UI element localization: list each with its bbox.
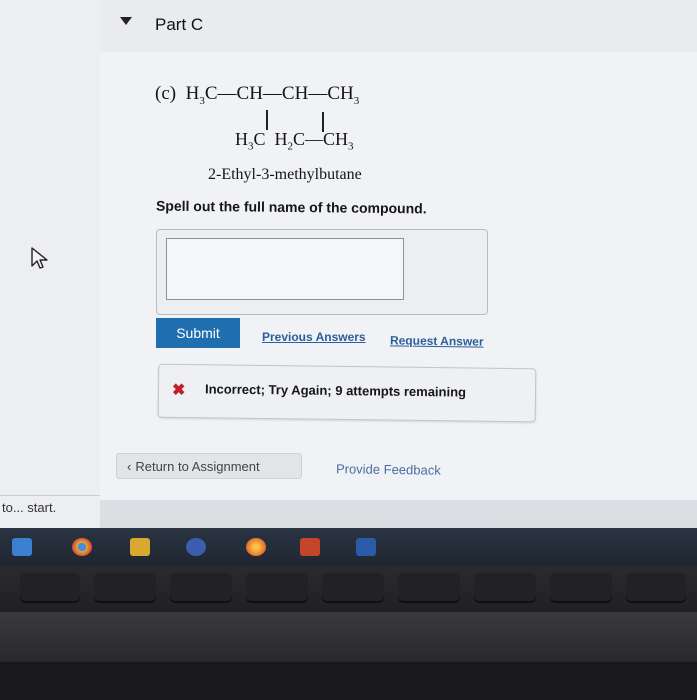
chrome-icon[interactable] <box>72 538 92 556</box>
x-icon: ✖ <box>172 382 186 399</box>
mouse-pointer-icon <box>31 247 48 269</box>
keyboard-key <box>94 573 156 603</box>
given-compound-name: 2-Ethyl-3-methylbutane <box>208 166 362 183</box>
sidebar-text: to... start. <box>2 500 57 515</box>
keyboard-key <box>550 573 612 603</box>
word-icon[interactable] <box>356 538 376 556</box>
answer-input[interactable] <box>166 238 404 300</box>
keyboard-key <box>246 573 308 603</box>
previous-answers-link[interactable]: Previous Answers <box>262 330 366 344</box>
firefox-icon[interactable] <box>246 538 266 556</box>
mail-icon[interactable] <box>12 538 32 556</box>
feedback-message: Incorrect; Try Again; 9 attempts remaini… <box>205 381 466 399</box>
keyboard-key <box>170 573 232 603</box>
provide-feedback-link[interactable]: Provide Feedback <box>336 461 441 477</box>
keyboard-key <box>626 573 686 603</box>
formula-line-1: (c) H3C—CH—CH—CH3 <box>155 83 360 107</box>
chevron-left-icon: ‹ <box>127 458 132 474</box>
powerpoint-icon[interactable] <box>300 538 320 556</box>
left-panel <box>0 0 100 528</box>
feedback-rest: Try Again; 9 attempts remaining <box>268 382 467 400</box>
keyboard-key <box>20 573 80 603</box>
return-to-assignment-button[interactable]: ‹ Return to Assignment <box>116 453 302 479</box>
submit-button[interactable]: Submit <box>156 318 240 348</box>
laptop-edge <box>0 612 697 662</box>
return-label: Return to Assignment <box>135 458 260 474</box>
collapse-caret-icon[interactable] <box>120 17 132 25</box>
keyboard-key <box>474 573 536 603</box>
bond-line <box>266 110 268 130</box>
formula-line-2: H3C H2C—CH3 <box>235 129 354 153</box>
question-prompt: Spell out the full name of the compound. <box>155 197 427 217</box>
keyboard-key <box>322 573 384 603</box>
question-label: (c) <box>155 83 177 104</box>
request-answer-link[interactable]: Request Answer <box>390 333 484 348</box>
app-icon[interactable] <box>186 538 206 556</box>
keyboard-key <box>398 573 460 603</box>
feedback-strong: Incorrect; <box>204 381 266 398</box>
files-icon[interactable] <box>130 538 150 556</box>
sidebar-divider <box>0 495 100 496</box>
taskbar <box>0 528 697 568</box>
part-title: Part C <box>155 15 204 34</box>
laptop-base <box>0 662 697 700</box>
